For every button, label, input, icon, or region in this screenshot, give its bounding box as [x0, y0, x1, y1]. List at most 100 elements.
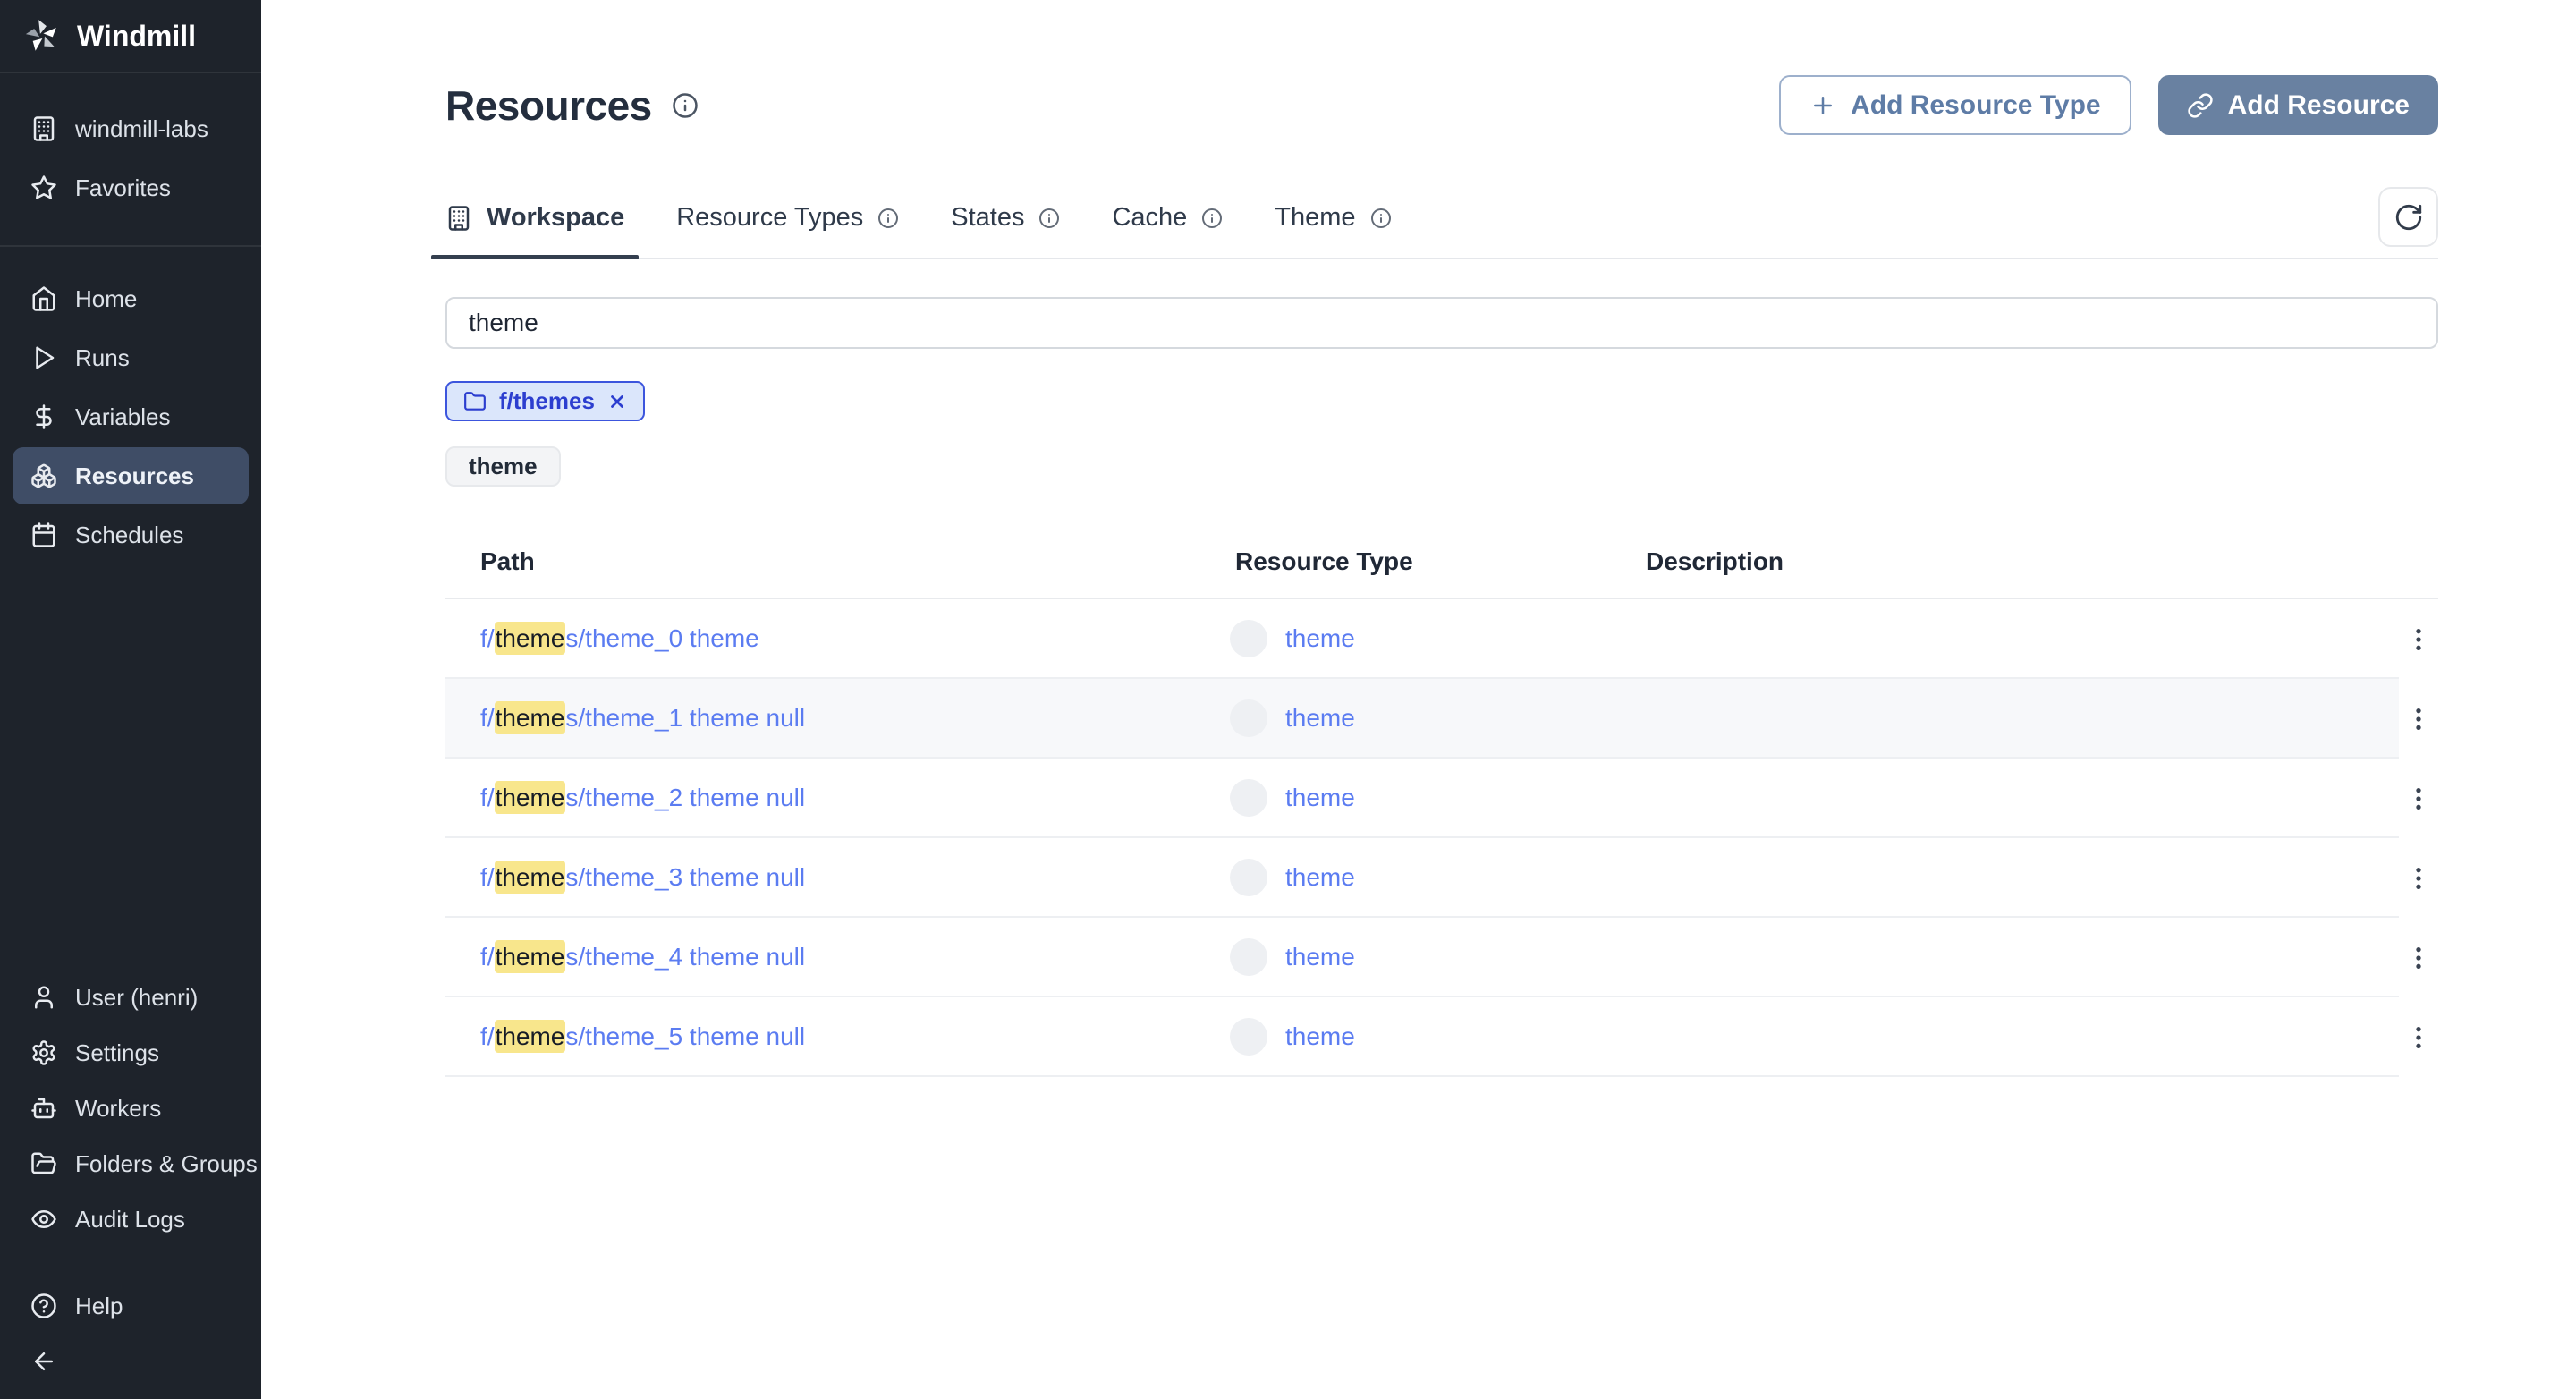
- link-icon: [2187, 92, 2214, 119]
- page-title: Resources: [445, 81, 652, 129]
- folder-filter-chip[interactable]: f/themes: [445, 381, 645, 421]
- resource-path-link[interactable]: f/themes/theme_4 theme null: [480, 939, 805, 973]
- sidebar-item-settings[interactable]: Settings: [13, 1027, 249, 1079]
- info-icon[interactable]: [672, 92, 699, 119]
- table-row: f/themes/theme_3 theme null theme: [445, 838, 2438, 918]
- windmill-logo-icon: [23, 17, 61, 55]
- add-resource-label: Add Resource: [2227, 89, 2410, 120]
- tabs-bar: Workspace Resource Types States Cache Theme: [430, 187, 2438, 259]
- sidebar-item-label: Audit Logs: [75, 1205, 185, 1233]
- close-icon[interactable]: [607, 392, 627, 411]
- resource-path-link[interactable]: f/themes/theme_0 theme: [480, 621, 759, 655]
- row-menu-button[interactable]: [2399, 929, 2438, 987]
- sidebar-item-runs[interactable]: Runs: [13, 329, 249, 386]
- path-prefix: f/: [480, 703, 495, 732]
- sidebar-item-user-henri[interactable]: User (henri): [13, 971, 249, 1023]
- sidebar-item-label: Schedules: [75, 521, 184, 548]
- help-icon: [30, 1293, 57, 1319]
- sidebar-item-resources[interactable]: Resources: [13, 447, 249, 504]
- tab-resource-types[interactable]: Resource Types: [676, 203, 899, 258]
- gear-icon: [30, 1039, 57, 1066]
- tab-label: Cache: [1112, 203, 1188, 232]
- table-row-main: f/themes/theme_4 theme null theme: [445, 918, 2399, 997]
- resources-table: Path Resource Type Description f/themes/…: [445, 526, 2438, 1077]
- tab-cache[interactable]: Cache: [1112, 203, 1223, 258]
- tab-theme[interactable]: Theme: [1275, 203, 1391, 258]
- sidebar-item-label: Folders & Groups: [75, 1149, 258, 1177]
- table-row-main: f/themes/theme_2 theme null theme: [445, 759, 2399, 838]
- refresh-button[interactable]: [2378, 187, 2438, 247]
- add-resource-type-label: Add Resource Type: [1851, 89, 2101, 120]
- resource-path-link[interactable]: f/themes/theme_3 theme null: [480, 860, 806, 894]
- sidebar-item-help[interactable]: Help: [13, 1281, 249, 1331]
- info-icon: [1370, 208, 1392, 229]
- resource-path-link[interactable]: f/themes/theme_1 theme null: [480, 700, 805, 734]
- app-logo[interactable]: Windmill: [0, 0, 261, 73]
- table-row-main: f/themes/theme_5 theme null theme: [445, 997, 2399, 1077]
- tab-workspace[interactable]: Workspace: [430, 203, 640, 259]
- sidebar-item-favorites[interactable]: Favorites: [13, 159, 249, 216]
- more-vertical-icon: [2404, 784, 2433, 813]
- table-row: f/themes/theme_5 theme null theme: [445, 997, 2438, 1077]
- column-header-description: Description: [1646, 547, 1784, 575]
- path-highlight: theme: [494, 860, 566, 894]
- path-highlight: theme: [494, 700, 566, 734]
- sidebar-item-label: windmill-labs: [75, 114, 208, 142]
- sidebar-item-windmill-labs[interactable]: windmill-labs: [13, 100, 249, 157]
- info-icon: [1201, 208, 1223, 229]
- path-highlight: theme: [494, 1019, 566, 1053]
- sidebar-item-label: Runs: [75, 343, 130, 371]
- resource-type-link[interactable]: theme: [1285, 943, 1355, 971]
- sidebar-item-audit-logs[interactable]: Audit Logs: [13, 1193, 249, 1245]
- sidebar-item-item[interactable]: [13, 1336, 249, 1386]
- path-highlight: theme: [494, 939, 566, 973]
- sidebar-item-label: User (henri): [75, 983, 199, 1011]
- resource-type-link[interactable]: theme: [1285, 863, 1355, 892]
- app-title: Windmill: [77, 19, 197, 52]
- row-menu-button[interactable]: [2399, 691, 2438, 748]
- sidebar-item-label: Settings: [75, 1039, 159, 1066]
- sidebar-item-schedules[interactable]: Schedules: [13, 506, 249, 564]
- sidebar-item-folders-groups[interactable]: Folders & Groups: [13, 1138, 258, 1190]
- resource-type-icon: [1230, 619, 1267, 657]
- search-input[interactable]: [445, 297, 2438, 349]
- more-vertical-icon: [2404, 944, 2433, 972]
- table-row-main: f/themes/theme_1 theme null theme: [445, 679, 2399, 759]
- more-vertical-icon: [2404, 625, 2433, 654]
- resource-type-link[interactable]: theme: [1285, 784, 1355, 812]
- resource-type-icon: [1230, 1017, 1267, 1056]
- info-icon: [1038, 208, 1060, 229]
- sidebar-item-label: Resources: [75, 462, 194, 489]
- tab-label: Resource Types: [676, 203, 864, 232]
- resource-type-link[interactable]: theme: [1285, 624, 1355, 653]
- add-resource-type-button[interactable]: Add Resource Type: [1779, 75, 2131, 135]
- add-resource-button[interactable]: Add Resource: [2157, 75, 2438, 135]
- path-suffix: s/theme_3 theme null: [565, 862, 806, 891]
- page-header: Resources Add Resource Type Add Resource: [445, 75, 2438, 135]
- resource-path-link[interactable]: f/themes/theme_5 theme null: [480, 1019, 805, 1053]
- folder-open-icon: [30, 1150, 57, 1177]
- row-menu-button[interactable]: [2399, 1009, 2438, 1066]
- sidebar-item-home[interactable]: Home: [13, 270, 249, 327]
- eye-icon: [30, 1206, 57, 1233]
- sidebar-item-workers[interactable]: Workers: [13, 1082, 249, 1134]
- sidebar-item-label: Workers: [75, 1094, 162, 1122]
- info-icon: [877, 208, 899, 229]
- row-menu-button[interactable]: [2399, 611, 2438, 668]
- resource-type-link[interactable]: theme: [1285, 704, 1355, 733]
- arrow-left-icon: [30, 1348, 57, 1375]
- row-menu-button[interactable]: [2399, 850, 2438, 907]
- search-term-badge: theme: [445, 446, 561, 487]
- resource-type-icon: [1230, 858, 1267, 896]
- plus-icon: [1809, 92, 1836, 119]
- user-icon: [30, 984, 57, 1011]
- sidebar-item-variables[interactable]: Variables: [13, 388, 249, 445]
- sidebar-nav-section: Home Runs Variables Resources Schedules: [0, 247, 261, 592]
- path-prefix: f/: [480, 942, 495, 971]
- resource-type-link[interactable]: theme: [1285, 1022, 1355, 1051]
- table-row: f/themes/theme_1 theme null theme: [445, 679, 2438, 759]
- path-prefix: f/: [480, 783, 495, 811]
- tab-states[interactable]: States: [951, 203, 1060, 258]
- row-menu-button[interactable]: [2399, 770, 2438, 827]
- resource-path-link[interactable]: f/themes/theme_2 theme null: [480, 780, 805, 814]
